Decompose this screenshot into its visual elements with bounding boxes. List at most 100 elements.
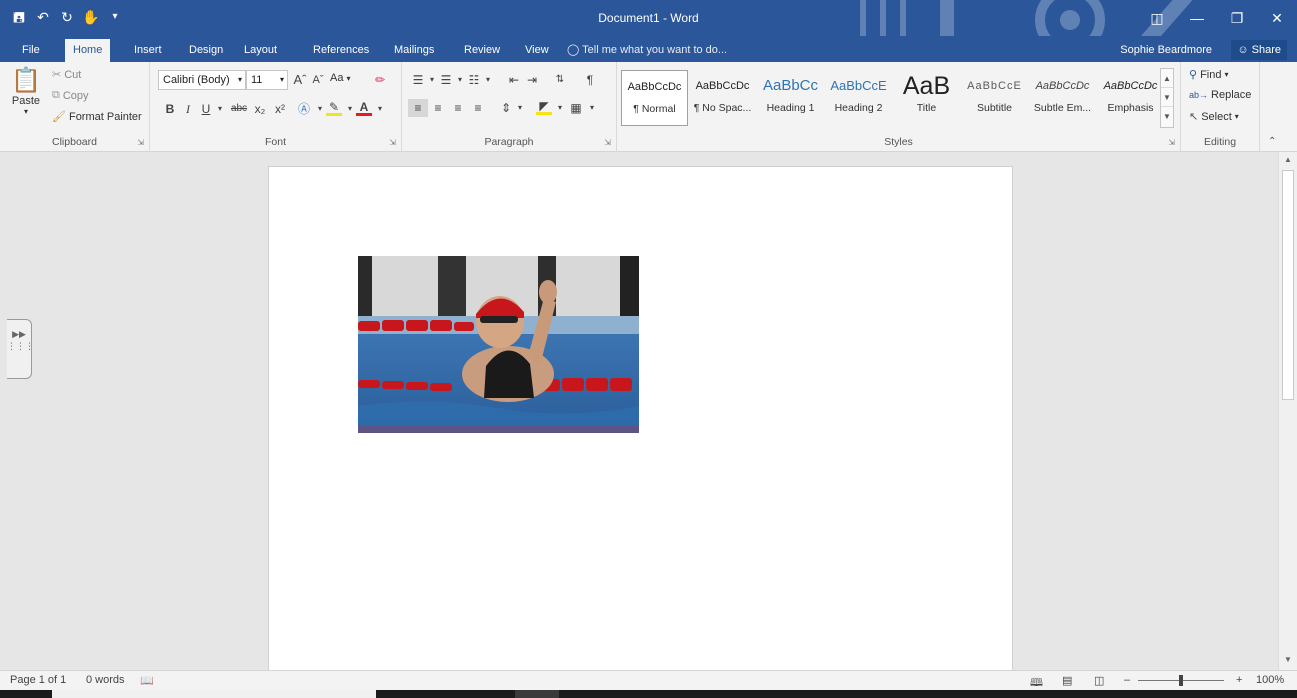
text-effects-icon[interactable]: Ⓐ — [296, 100, 312, 118]
tab-view[interactable]: View — [517, 39, 557, 62]
replace-button[interactable]: ab→ Replace — [1189, 89, 1251, 101]
tab-home[interactable]: Home — [65, 39, 111, 62]
vertical-scrollbar[interactable]: ▲ ▼ — [1278, 152, 1297, 670]
cut-label: Cut — [64, 68, 82, 81]
zoom-in-icon[interactable]: + — [1236, 674, 1242, 686]
align-center-icon[interactable]: ≡ — [430, 99, 446, 117]
font-size-combo[interactable]: 11 ▾ — [246, 70, 288, 90]
word-count[interactable]: 0 words — [86, 674, 125, 686]
format-painter-button[interactable]: 🖌 Format Painter — [52, 110, 142, 124]
zoom-out-icon[interactable]: – — [1124, 674, 1130, 686]
search-icon: ⚲ — [1189, 69, 1198, 81]
tab-references[interactable]: References — [305, 39, 377, 62]
font-color-icon[interactable]: A — [356, 98, 372, 116]
underline-dropdown-icon[interactable]: ▾ — [212, 100, 228, 118]
style-no-spacing[interactable]: AaBbCcDc ¶ No Spac... — [689, 70, 756, 126]
proofing-icon[interactable]: 📖 — [140, 674, 154, 687]
style-subtitle[interactable]: AaBbCcE Subtitle — [961, 70, 1028, 126]
pane-expand-handle[interactable]: ▶▶ ⋮⋮⋮ — [7, 319, 34, 379]
align-right-icon[interactable]: ≡ — [450, 99, 466, 117]
justify-icon[interactable]: ≡ — [470, 99, 486, 117]
paste-button[interactable]: 📋 Paste ▾ — [8, 66, 44, 116]
show-marks-icon[interactable]: ¶ — [582, 71, 598, 89]
select-button[interactable]: ↖ Select ▾ — [1189, 110, 1239, 124]
style-name: Subtitle — [976, 102, 1013, 114]
font-name-value: Calibri (Body) — [163, 74, 230, 86]
subscript-icon[interactable]: x₂ — [252, 100, 268, 118]
ribbon-display-options-icon[interactable]: ◫ — [1137, 0, 1177, 36]
copy-button[interactable]: ⧉ Copy — [52, 89, 89, 102]
scroll-down-icon[interactable]: ▼ — [1279, 652, 1297, 668]
share-button[interactable]: ☺ Share — [1231, 40, 1287, 60]
tab-design[interactable]: Design — [181, 39, 231, 62]
font-color-dropdown-icon[interactable]: ▾ — [372, 100, 388, 118]
cut-button[interactable]: ✂ Cut — [52, 68, 82, 82]
decrease-indent-icon[interactable]: ⇤ — [506, 71, 522, 89]
replace-label: Replace — [1211, 89, 1252, 101]
tell-me-box[interactable]: ◯ Tell me what you want to do... — [567, 39, 727, 62]
ribbon-home: 📋 Paste ▾ ✂ Cut ⧉ Copy 🖌 Format Painter … — [0, 62, 1297, 152]
strikethrough-icon[interactable]: abc — [228, 100, 250, 118]
superscript-icon[interactable]: x² — [272, 100, 288, 118]
web-layout-icon[interactable]: ◫ — [1094, 674, 1104, 687]
minimize-icon[interactable]: — — [1177, 0, 1217, 36]
styles-launcher-icon[interactable]: ⇲ — [1168, 138, 1175, 147]
clipboard-launcher-icon[interactable]: ⇲ — [137, 138, 144, 147]
tab-review[interactable]: Review — [456, 39, 508, 62]
taskbar-app[interactable] — [515, 690, 559, 698]
borders-dropdown-icon[interactable]: ▾ — [584, 99, 600, 117]
align-left-icon[interactable]: ≡ — [408, 99, 428, 117]
style-preview: AaBbCcDc — [1103, 80, 1158, 92]
tab-layout[interactable]: Layout — [236, 39, 285, 62]
style-title[interactable]: AaB Title — [893, 70, 960, 126]
more-styles-icon[interactable]: ▼ — [1161, 107, 1173, 126]
style-heading-1[interactable]: AaBbCc Heading 1 — [757, 70, 824, 126]
shading-dropdown-icon[interactable]: ▾ — [552, 99, 568, 117]
restore-icon[interactable]: ❐ — [1217, 0, 1257, 36]
chevron-down-icon: ▾ — [1234, 112, 1239, 121]
document-page[interactable] — [268, 166, 1013, 670]
style-normal[interactable]: AaBbCcDc ¶ Normal — [621, 70, 688, 126]
font-name-combo[interactable]: Calibri (Body) ▾ — [158, 70, 246, 90]
shading-icon[interactable]: ◤ — [536, 97, 552, 115]
inserted-photo[interactable] — [358, 256, 639, 433]
find-button[interactable]: ⚲ Find ▾ — [1189, 68, 1228, 82]
lightbulb-icon: ◯ — [567, 44, 580, 56]
scroll-thumb[interactable] — [1282, 170, 1294, 400]
tab-insert[interactable]: Insert — [126, 39, 170, 62]
borders-icon[interactable]: ▦ — [568, 99, 584, 117]
zoom-slider[interactable] — [1138, 675, 1224, 686]
style-heading-2[interactable]: AaBbCcE Heading 2 — [825, 70, 892, 126]
styles-gallery-scroll[interactable]: ▲ ▼ ▼ — [1160, 68, 1174, 128]
increase-indent-icon[interactable]: ⇥ — [524, 71, 540, 89]
bold-icon[interactable]: B — [162, 100, 178, 118]
clear-formatting-icon[interactable]: ✏ — [372, 71, 388, 89]
zoom-level[interactable]: 100% — [1256, 674, 1284, 686]
grow-font-icon[interactable]: Aˆ — [292, 71, 308, 89]
style-subtle-emphasis[interactable]: AaBbCcDc Subtle Em... — [1029, 70, 1096, 126]
italic-icon[interactable]: I — [180, 100, 196, 118]
print-layout-icon[interactable]: ▤ — [1062, 674, 1072, 687]
status-bar: Page 1 of 1 0 words 📖 🕮 ▤ ◫ – + 100% — [0, 670, 1297, 690]
sort-icon[interactable]: ⇅ — [552, 71, 568, 89]
chevron-down-icon[interactable]: ▼ — [1161, 88, 1173, 107]
collapse-ribbon-icon[interactable]: ⌃ — [1268, 136, 1276, 147]
line-spacing-dropdown-icon[interactable]: ▾ — [512, 99, 528, 117]
styles-group-label: Styles — [884, 136, 913, 148]
chevron-up-icon[interactable]: ▲ — [1161, 69, 1173, 88]
taskbar-search[interactable] — [52, 690, 376, 698]
zoom-slider-thumb[interactable] — [1179, 675, 1183, 686]
page-count[interactable]: Page 1 of 1 — [10, 674, 66, 686]
tab-mailings[interactable]: Mailings — [386, 39, 442, 62]
change-case-button[interactable]: Aa ▾ — [330, 72, 350, 84]
user-name[interactable]: Sophie Beardmore — [1120, 39, 1212, 62]
shrink-font-icon[interactable]: Aˇ — [310, 71, 326, 89]
style-emphasis[interactable]: AaBbCcDc Emphasis — [1097, 70, 1164, 126]
paragraph-launcher-icon[interactable]: ⇲ — [604, 138, 611, 147]
font-launcher-icon[interactable]: ⇲ — [389, 138, 396, 147]
multilevel-dropdown-icon[interactable]: ▾ — [480, 71, 496, 89]
highlight-icon[interactable]: ✎ — [326, 98, 342, 116]
tab-file[interactable]: File — [14, 39, 48, 62]
close-icon[interactable]: ✕ — [1257, 0, 1297, 36]
scroll-up-icon[interactable]: ▲ — [1279, 152, 1297, 168]
